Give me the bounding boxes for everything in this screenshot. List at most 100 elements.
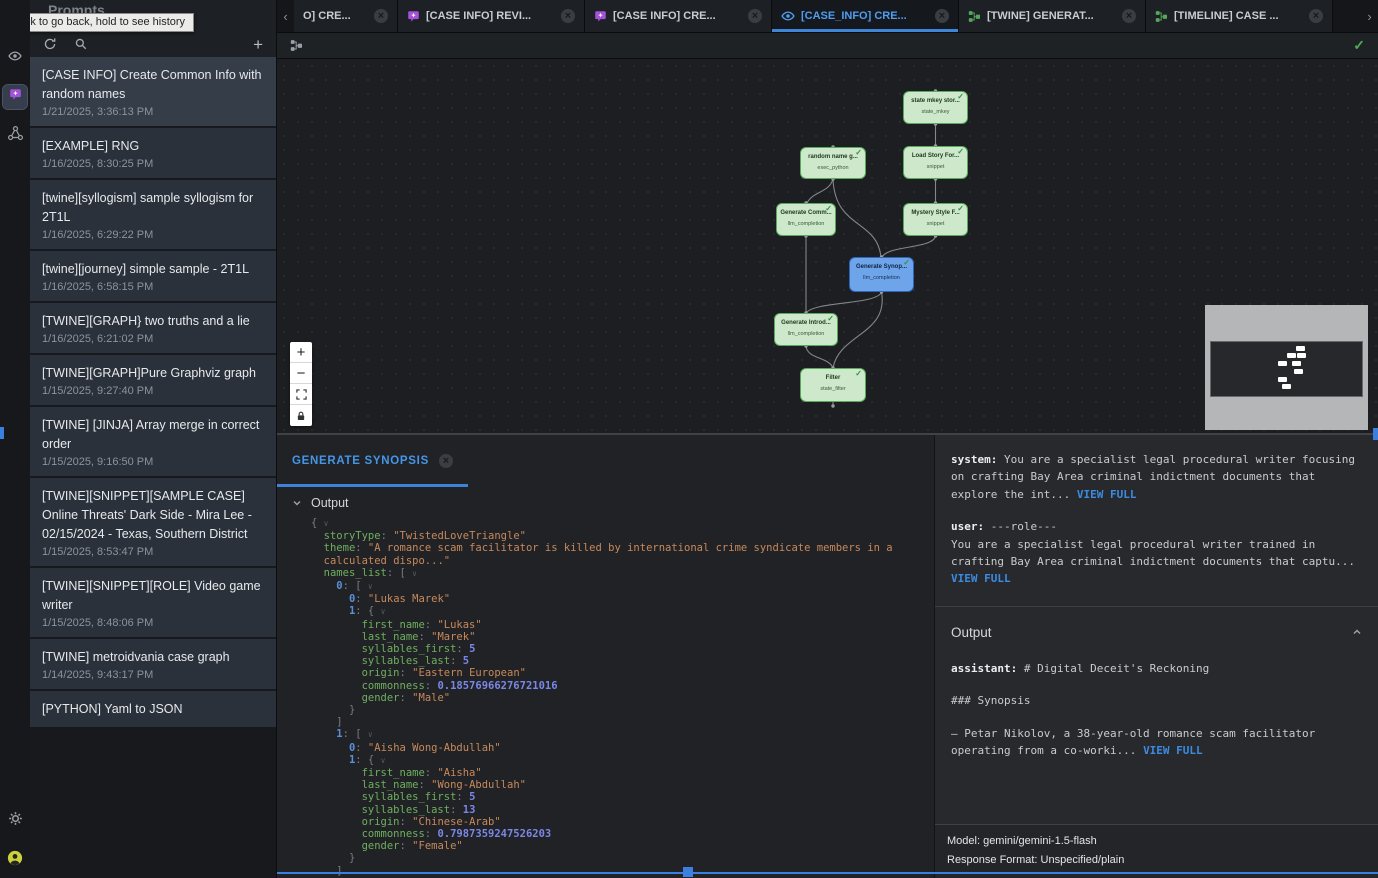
model-info-footer: Model: gemini/gemini-1.5-flash Response …	[935, 824, 1378, 878]
minimap[interactable]	[1205, 305, 1368, 430]
graph-node[interactable]: ✓random name g...exec_python	[800, 147, 866, 179]
check-icon: ✓	[957, 93, 964, 101]
system-message: system: You are a specialist legal proce…	[951, 451, 1362, 503]
zoom-in-button[interactable]: +	[290, 342, 312, 363]
bottom-panels: GENERATE SYNOPSIS × Output { ∨ storyType…	[277, 433, 1378, 878]
editor-tab[interactable]: [CASE INFO] REVI...×	[398, 0, 585, 32]
node-subtitle: exec_python	[801, 165, 865, 171]
tabs-scroll-right[interactable]: ›	[1361, 0, 1378, 32]
output-tab-label: GENERATE SYNOPSIS	[292, 455, 429, 467]
node-subtitle: state_filter	[801, 386, 865, 392]
node-graph-canvas[interactable]: ✓state mkey stor...state_mkey ✓random nam…	[277, 59, 1378, 433]
prompt-title: [TWINE] metroidvania case graph	[42, 648, 264, 667]
zoom-out-button[interactable]: −	[290, 363, 312, 384]
prompt-list-item[interactable]: [CASE INFO] Create Common Info with rand…	[30, 57, 276, 126]
fit-view-button[interactable]	[290, 384, 312, 405]
details-output-title: Output	[951, 622, 992, 643]
main-area: ‹ O] CRE...×[CASE INFO] REVI...×[CASE IN…	[277, 0, 1378, 878]
view-full-link[interactable]: VIEW FULL	[1143, 744, 1203, 757]
divider	[935, 606, 1378, 607]
prompt-list-item[interactable]: [twine][journey] simple sample - 2T1L1/1…	[30, 251, 276, 301]
editor-tab[interactable]: [CASE_INFO] CRE... ×	[772, 0, 959, 32]
check-icon: ✓	[957, 205, 964, 213]
prompt-list-item[interactable]: [TWINE][SNIPPET][SAMPLE CASE] Online Thr…	[30, 478, 276, 566]
view-full-link[interactable]: VIEW FULL	[951, 572, 1011, 585]
graph-node[interactable]: ✓state mkey stor...state_mkey	[903, 91, 968, 124]
prompt-title: [twine][syllogism] sample syllogism for …	[42, 189, 264, 227]
refresh-icon[interactable]	[43, 37, 57, 51]
view-full-link[interactable]: VIEW FULL	[1077, 488, 1137, 501]
add-prompt-button[interactable]: +	[253, 36, 263, 53]
prompt-list-item[interactable]: [TWINE] metroidvania case graph 1/14/2025…	[30, 639, 276, 689]
prompt-list-item[interactable]: [TWINE][SNIPPET][ROLE] Video game writer…	[30, 568, 276, 637]
prompt-list-item[interactable]: [EXAMPLE] RNG1/16/2025, 8:30:25 PM	[30, 128, 276, 178]
chevron-down-icon	[292, 498, 302, 508]
resize-tick-left	[0, 427, 4, 439]
editor-tab[interactable]: [CASE INFO] CRE... ×	[585, 0, 772, 32]
graph-node[interactable]: ✓Generate Comm...llm_completion	[776, 203, 836, 236]
prompt-timestamp: 1/15/2025, 8:48:06 PM	[42, 617, 264, 629]
lock-button[interactable]	[290, 405, 312, 426]
user-text: You are a specialist legal procedural wr…	[951, 536, 1362, 571]
tab-label: [TWINE] GENERAT...	[987, 10, 1116, 22]
node-subtitle: llm_completion	[777, 221, 835, 227]
chevron-up-icon	[1352, 627, 1362, 637]
close-icon[interactable]: ×	[1122, 9, 1136, 23]
tab-generate-synopsis[interactable]: GENERATE SYNOPSIS ×	[277, 435, 468, 487]
prompt-list-item[interactable]: [PYTHON] Yaml to JSON	[30, 691, 276, 727]
details-output-header[interactable]: Output	[951, 622, 1362, 643]
search-icon[interactable]	[74, 37, 88, 51]
tab-label: [CASE INFO] CRE...	[613, 10, 742, 22]
system-text: You are a specialist legal procedural wr…	[951, 453, 1355, 501]
user-avatar[interactable]	[3, 848, 27, 872]
output-section-label: Output	[311, 496, 349, 510]
graph-node[interactable]: ✓Load Story For...snippet	[903, 146, 968, 179]
output-section-header[interactable]: Output	[277, 487, 934, 514]
run-details-panel: system: You are a specialist legal proce…	[935, 435, 1378, 878]
close-icon[interactable]: ×	[935, 9, 949, 23]
model-line: Model: gemini/gemini-1.5-flash	[947, 832, 1366, 851]
response-format-line: Response Format: Unspecified/plain	[947, 851, 1366, 870]
canvas-zoom-controls: + −	[290, 342, 312, 426]
graph-node[interactable]: ✓Generate Introd...llm_completion	[774, 313, 838, 346]
fit-view-icon	[296, 389, 307, 400]
prompt-title: [TWINE][GRAPH} two truths and a lie	[42, 312, 264, 331]
close-icon[interactable]: ×	[748, 9, 762, 23]
prompt-timestamp: 1/14/2025, 9:43:17 PM	[42, 669, 264, 681]
prompt-timestamp: 1/16/2025, 8:30:25 PM	[42, 158, 264, 170]
editor-tab[interactable]: [TWINE] GENERAT... ×	[959, 0, 1146, 32]
json-output-view[interactable]: { ∨ storyType: "TwistedLoveTriangle" the…	[277, 514, 934, 878]
settings-button[interactable]	[3, 809, 27, 833]
editor-tab[interactable]: O] CRE...×	[294, 0, 398, 32]
graph-node[interactable]: ✓Filterstate_filter	[800, 368, 866, 402]
synopsis-text: — Petar Nikolov, a 38-year-old romance s…	[951, 727, 1315, 757]
prompt-list-item[interactable]: [twine][syllogism] sample syllogism for …	[30, 180, 276, 249]
graph-node[interactable]: ✓Generate Synop...llm_completion	[849, 257, 914, 292]
assistant-message: assistant: # Digital Deceit's Reckoning	[951, 660, 1362, 677]
close-icon[interactable]: ×	[561, 9, 575, 23]
activity-bar	[0, 0, 30, 878]
prompt-list-item[interactable]: [TWINE][GRAPH} two truths and a lie1/16/…	[30, 303, 276, 353]
synopsis-text-block: — Petar Nikolov, a 38-year-old romance s…	[951, 725, 1362, 760]
close-icon[interactable]: ×	[1309, 9, 1323, 23]
prompt-timestamp: 1/15/2025, 9:27:40 PM	[42, 385, 264, 397]
avatar-icon	[7, 850, 23, 871]
eye-icon[interactable]	[3, 46, 27, 70]
close-icon[interactable]: ×	[439, 454, 453, 468]
tab-label: [CASE_INFO] CRE...	[801, 10, 929, 22]
graph-icon	[1155, 10, 1168, 23]
prompts-nav-icon[interactable]	[3, 85, 27, 109]
graph-node[interactable]: ✓Mystery Style F...snippet	[903, 203, 968, 236]
assistant-text: # Digital Deceit's Reckoning	[1017, 662, 1209, 675]
assistant-label: assistant:	[951, 662, 1017, 675]
eye-icon	[781, 9, 795, 23]
prompt-title: [TWINE][SNIPPET][SAMPLE CASE] Online Thr…	[42, 487, 264, 544]
tabs-scroll-left[interactable]: ‹	[277, 0, 294, 32]
close-icon[interactable]: ×	[374, 9, 388, 23]
workflow-nav-icon[interactable]	[3, 124, 27, 148]
system-label: system:	[951, 453, 997, 466]
prompt-list-item[interactable]: [TWINE][GRAPH]Pure Graphviz graph1/15/20…	[30, 355, 276, 405]
editor-tab[interactable]: [TIMELINE] CASE ...×	[1146, 0, 1333, 32]
prompt-list-item[interactable]: [TWINE] [JINJA] Array merge in correct o…	[30, 407, 276, 476]
resize-handle[interactable]	[683, 867, 693, 877]
